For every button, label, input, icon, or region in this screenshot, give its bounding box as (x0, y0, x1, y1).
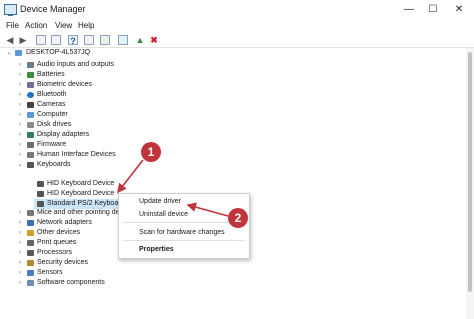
step-2-badge: 2 (228, 208, 248, 228)
arrow-to-keyboard (117, 159, 144, 194)
step-1-badge: 1 (141, 142, 161, 162)
annotation-arrows (117, 159, 229, 217)
arrow-to-update-driver (186, 202, 229, 217)
